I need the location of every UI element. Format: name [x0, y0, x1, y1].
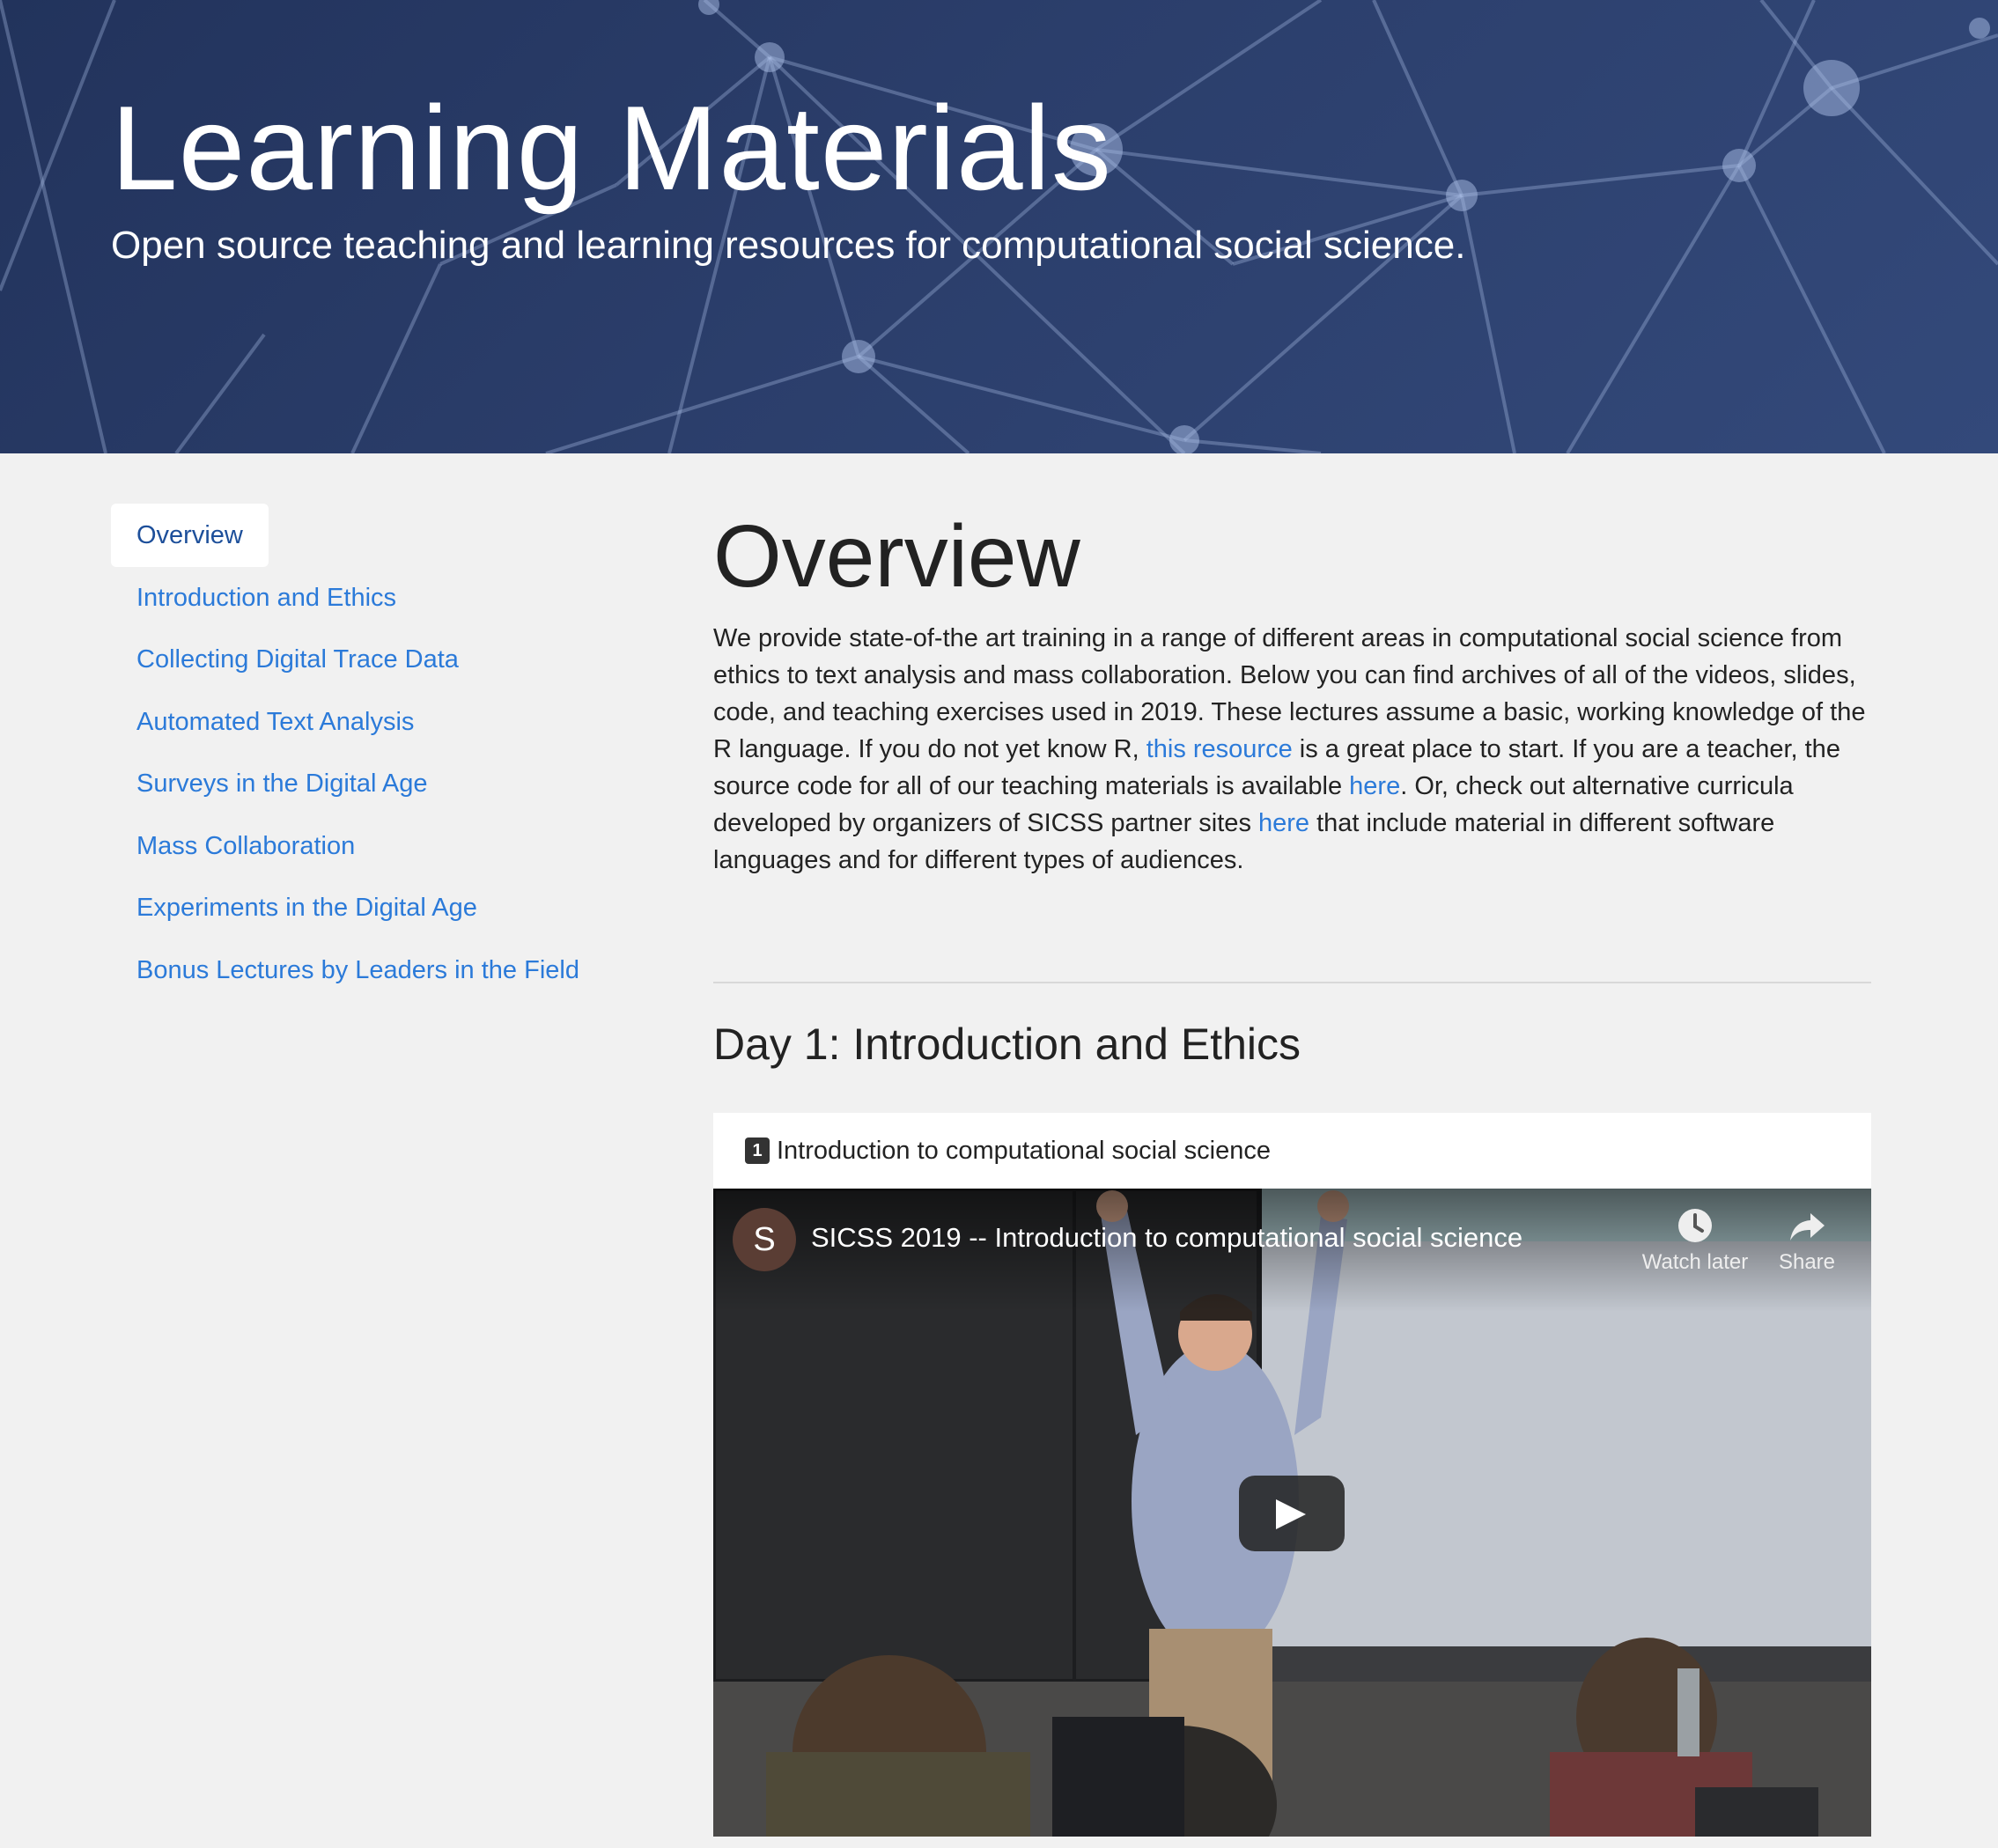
partner-curricula-link[interactable]: here — [1258, 809, 1309, 837]
share-arrow-icon — [1750, 1206, 1864, 1250]
sidebar-list-item: Bonus Lectures by Leaders in the Field — [111, 939, 604, 1001]
sidebar-item-collecting-digital-trace-data[interactable]: Collecting Digital Trace Data — [111, 628, 604, 691]
lecture-number-badge: 1 — [745, 1138, 770, 1164]
section-heading-overview: Overview — [713, 507, 1080, 606]
sidebar-list-item: Mass Collaboration — [111, 814, 604, 877]
channel-avatar[interactable]: S — [733, 1208, 796, 1271]
sidebar-nav: Overview Introduction and Ethics Collect… — [111, 504, 604, 1000]
sidebar-item-experiments-in-the-digital-age[interactable]: Experiments in the Digital Age — [111, 876, 604, 939]
sidebar-list-item: Overview — [111, 504, 604, 567]
sidebar-list-item: Automated Text Analysis — [111, 690, 604, 753]
page-title: Learning Materials — [111, 81, 1112, 215]
watch-later-label: Watch later — [1641, 1250, 1749, 1274]
sidebar-item-automated-text-analysis[interactable]: Automated Text Analysis — [111, 690, 604, 754]
video-player[interactable]: S SICSS 2019 -- Introduction to computat… — [713, 1189, 1871, 1837]
lecture-title: Introduction to computational social sci… — [777, 1136, 1271, 1165]
section-divider — [713, 982, 1871, 983]
lecture-card-header: 1 Introduction to computational social s… — [713, 1113, 1871, 1189]
share-label: Share — [1778, 1250, 1836, 1274]
hero-banner: Learning Materials Open source teaching … — [0, 0, 1998, 453]
source-code-link[interactable]: here — [1349, 772, 1400, 800]
sidebar-list-item: Introduction and Ethics — [111, 566, 604, 629]
sidebar-list-item: Collecting Digital Trace Data — [111, 628, 604, 690]
sidebar-list: Overview Introduction and Ethics Collect… — [111, 504, 604, 1000]
sidebar-item-mass-collaboration[interactable]: Mass Collaboration — [111, 814, 604, 878]
sidebar-list-item: Experiments in the Digital Age — [111, 876, 604, 939]
this-resource-link[interactable]: this resource — [1146, 735, 1293, 763]
play-button[interactable] — [1239, 1476, 1345, 1551]
sidebar-item-bonus-lectures[interactable]: Bonus Lectures by Leaders in the Field — [111, 939, 604, 1002]
sidebar-item-surveys-in-the-digital-age[interactable]: Surveys in the Digital Age — [111, 752, 604, 815]
sidebar-item-overview[interactable]: Overview — [111, 504, 269, 567]
video-title-link[interactable]: SICSS 2019 -- Introduction to computatio… — [811, 1222, 1522, 1254]
lecture-card: 1 Introduction to computational social s… — [713, 1113, 1871, 1837]
clock-icon — [1638, 1206, 1752, 1250]
overview-paragraph: We provide state-of-the art training in … — [713, 620, 1871, 879]
page-subtitle: Open source teaching and learning resour… — [111, 224, 1466, 267]
sidebar-list-item: Surveys in the Digital Age — [111, 752, 604, 814]
play-icon — [1276, 1499, 1306, 1529]
main-content: Overview We provide state-of-the art tra… — [713, 504, 1871, 1837]
day-1-heading: Day 1: Introduction and Ethics — [713, 1020, 1301, 1069]
sidebar-item-introduction-and-ethics[interactable]: Introduction and Ethics — [111, 566, 604, 629]
share-button[interactable]: Share — [1750, 1206, 1864, 1275]
watch-later-button[interactable]: Watch later — [1638, 1206, 1752, 1275]
